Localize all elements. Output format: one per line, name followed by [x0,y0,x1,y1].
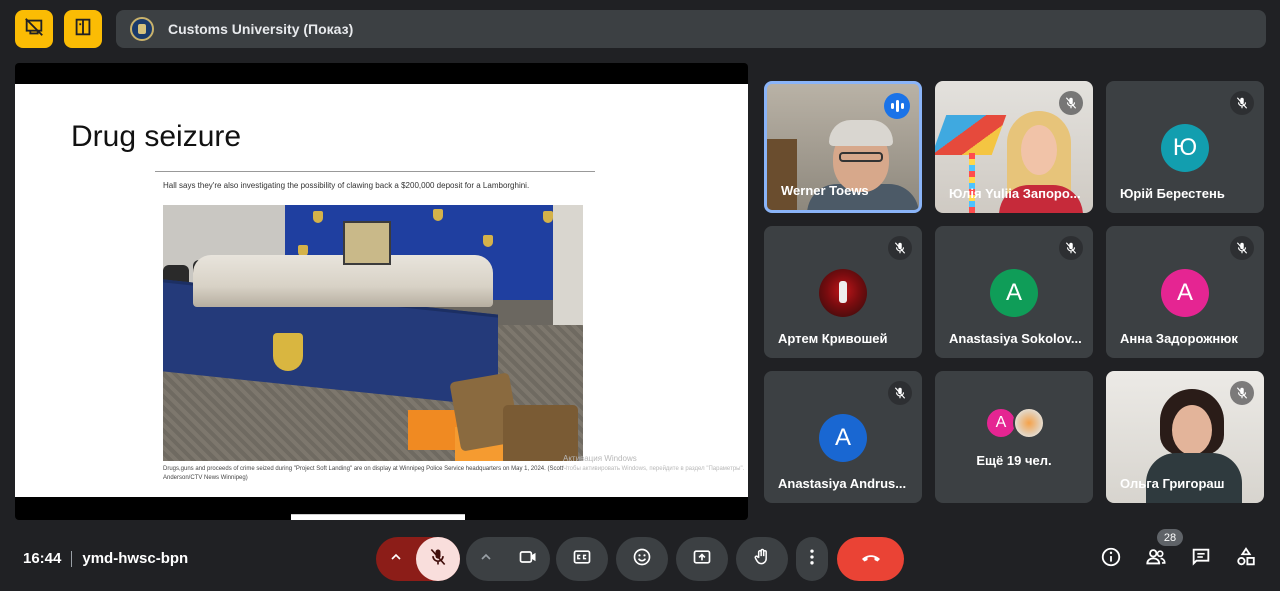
raise-hand-button[interactable] [736,537,788,581]
participant-name: Анна Задорожнюк [1120,331,1238,346]
mic-off-icon [888,236,912,260]
mic-off-icon [428,547,448,572]
avatar: A [819,414,867,462]
people-button[interactable] [1144,547,1168,571]
mic-off-icon [888,381,912,405]
participant-count-badge: 28 [1157,529,1183,546]
participant-name: Артем Кривошей [778,331,888,346]
participant-name: Anastasiya Sokolov... [949,331,1082,346]
presenter-title: Customs University (Показ) [168,21,354,37]
mic-off-icon [1230,381,1254,405]
meeting-code: ymd-hwsc-bpn [82,550,189,567]
participant-name: Юлія Yuliia Запоро... [949,186,1081,201]
participant-tile[interactable]: Ольга Григораш [1106,371,1264,503]
captions-button[interactable] [556,537,608,581]
chevron-up-icon [388,549,404,570]
meeting-info: 16:44 ymd-hwsc-bpn [23,550,188,567]
presenter-logo [130,17,154,41]
speaking-indicator-icon [884,93,910,119]
slide-caption: Drugs,guns and proceeds of crime seized … [163,466,564,481]
more-options-button[interactable] [796,537,828,581]
avatar [819,269,867,317]
chat-icon [1190,546,1212,573]
video-options-button[interactable] [466,537,506,581]
participant-tile[interactable]: A Anastasiya Andrus... [764,371,922,503]
activities-icon [1235,546,1257,573]
participant-tile[interactable]: A Anastasiya Sokolov... [935,226,1093,358]
camera-toggle-button[interactable] [506,537,550,581]
windows-activation-watermark: Активация Windows Чтобы активировать Win… [563,454,745,472]
slide-divider [155,171,595,172]
participant-tile[interactable]: Werner Toews [764,81,922,213]
mic-off-icon [1230,236,1254,260]
audio-options-button[interactable] [376,537,416,581]
more-participants-tile[interactable]: A Ещё 19 чел. [935,371,1093,503]
participant-tile[interactable]: A Анна Задорожнюк [1106,226,1264,358]
avatar: A [990,269,1038,317]
participant-name: Ольга Григораш [1120,476,1225,491]
participant-name: Юрій Берестень [1120,186,1225,201]
presentation-stage: Drug seizure Hall says they're also inve… [15,63,748,520]
end-call-button[interactable] [837,537,904,581]
participant-name: Anastasiya Andrus... [778,476,907,491]
avatar: Ю [1161,124,1209,172]
slide: Drug seizure Hall says they're also inve… [15,84,748,497]
present-screen-icon [692,547,712,572]
meeting-details-button[interactable] [1099,547,1123,571]
mic-off-icon [1230,91,1254,115]
participant-tile[interactable]: Артем Кривошей [764,226,922,358]
emoji-icon [632,547,652,572]
people-icon [1145,546,1167,573]
more-avatars: A [985,407,1045,439]
participant-name: Werner Toews [781,183,869,198]
slide-quote: Hall says they're also investigating the… [163,181,530,190]
slide-photo [163,205,583,461]
stop-presenting-button[interactable] [15,10,53,48]
mic-off-icon [1059,91,1083,115]
activities-button[interactable] [1234,546,1258,573]
slide-toolbar-strip [291,514,465,520]
more-options-icon [802,547,822,572]
mic-control-group [376,537,460,581]
camera-control-group [466,537,550,581]
participant-tile[interactable]: Ю Юрій Берестень [1106,81,1264,213]
captions-icon [572,547,592,572]
mic-off-icon [1059,236,1083,260]
avatar: A [1161,269,1209,317]
emoji-button[interactable] [616,537,668,581]
mic-toggle-button[interactable] [416,537,460,581]
camera-icon [518,547,538,572]
chevron-up-icon [478,549,494,570]
present-screen-button[interactable] [676,537,728,581]
avatar [1013,407,1045,439]
stop-presenting-icon [23,16,45,43]
participant-tile[interactable]: Юлія Yuliia Запоро... [935,81,1093,213]
separator [71,550,73,567]
raise-hand-icon [752,547,772,572]
present-view-button[interactable] [64,10,102,48]
info-icon [1100,546,1122,573]
present-view-icon [72,16,94,43]
slide-title: Drug seizure [71,120,242,153]
end-call-icon [859,545,883,574]
presenter-bar: Customs University (Показ) [116,10,1266,48]
more-participants-label: Ещё 19 чел. [976,453,1052,468]
clock: 16:44 [23,550,62,567]
chat-button[interactable] [1189,547,1213,571]
